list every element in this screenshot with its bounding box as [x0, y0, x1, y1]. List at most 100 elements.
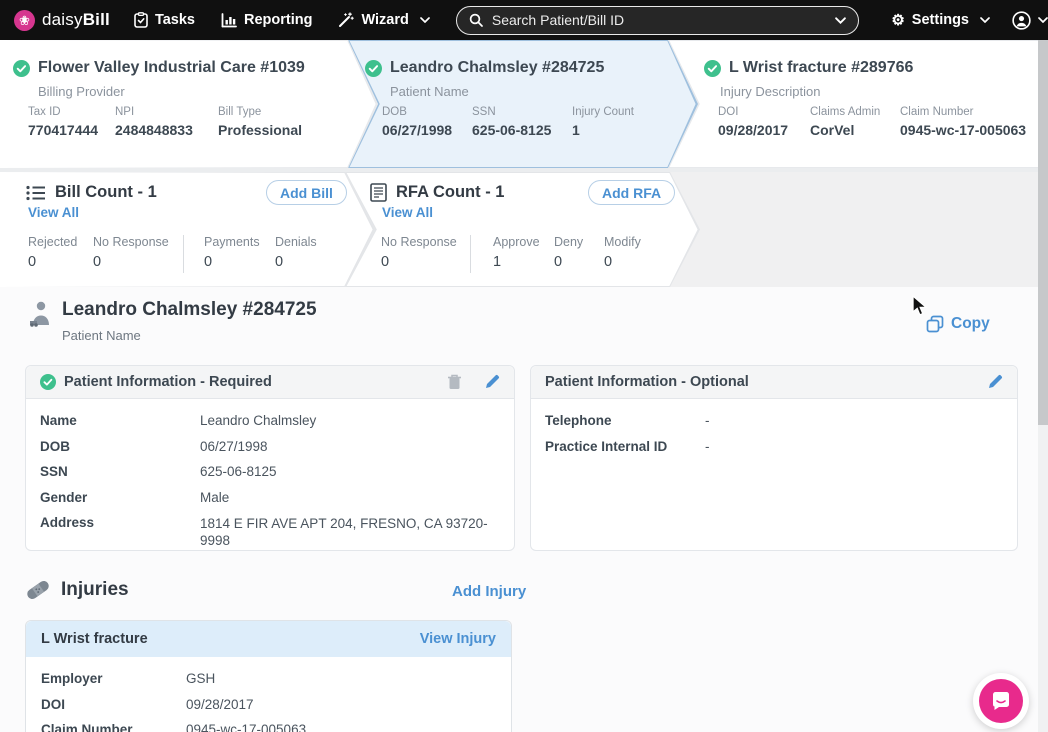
- edit-icon[interactable]: [484, 374, 500, 390]
- row-label: Telephone: [545, 408, 705, 434]
- rfa-count-panel: RFA Count - 1 Add RFA View All No Respon…: [345, 172, 700, 287]
- copy-button[interactable]: Copy: [926, 315, 990, 333]
- field-label: Tax ID: [28, 106, 115, 118]
- chevron-down-icon: [980, 17, 990, 23]
- add-bill-button[interactable]: Add Bill: [266, 180, 347, 205]
- injury-card: L Wrist fracture View Injury EmployerGSH…: [25, 620, 512, 732]
- bandage-icon: [25, 578, 51, 602]
- stat-divider: [470, 235, 471, 273]
- injuries-section-title: Injuries: [61, 579, 129, 601]
- row-label: DOI: [41, 692, 186, 718]
- injury-crumb-title: L Wrist fracture #289766: [729, 59, 913, 77]
- field-label: DOI: [718, 106, 810, 118]
- daisybill-logo[interactable]: ❀ daisyBill: [14, 10, 110, 31]
- chat-bubble-icon: [979, 679, 1023, 723]
- counts-strip: RFA Count - 1 Add RFA View All No Respon…: [0, 172, 1048, 287]
- field-value: 09/28/2017: [718, 122, 810, 138]
- field-label: Claims Admin: [810, 106, 900, 118]
- nav-reporting-label: Reporting: [244, 12, 312, 28]
- nav-reporting[interactable]: Reporting: [221, 12, 312, 28]
- nav-tasks-label: Tasks: [155, 12, 195, 28]
- field-label: DOB: [382, 106, 472, 118]
- field-label: NPI: [115, 106, 218, 118]
- patient-icon: [28, 301, 52, 327]
- field-value: Professional: [218, 122, 302, 138]
- nav-tasks[interactable]: Tasks: [134, 12, 195, 28]
- breadcrumb-provider-panel[interactable]: Flower Valley Industrial Care #1039 Bill…: [0, 40, 378, 168]
- scrollbar-thumb[interactable]: [1038, 40, 1048, 425]
- stat-label: Rejected: [28, 235, 77, 249]
- stat-divider: [183, 235, 184, 273]
- patient-page-title: Leandro Chalmsley #284725: [62, 299, 317, 321]
- stat-value: 1: [493, 254, 540, 270]
- bill-count-title: Bill Count - 1: [55, 183, 157, 202]
- stat-label: Denials: [275, 235, 317, 249]
- row-label: Name: [40, 408, 200, 434]
- chat-launcher-button[interactable]: [973, 673, 1029, 729]
- stat-value: 0: [275, 254, 317, 270]
- field-value: 0945-wc-17-005063: [900, 122, 1026, 138]
- stat-value: 0: [93, 254, 169, 270]
- field-label: SSN: [472, 106, 572, 118]
- stat-value: 0: [554, 254, 583, 270]
- stat-label: Deny: [554, 235, 583, 249]
- delete-icon[interactable]: [447, 374, 462, 390]
- patient-info-required-card: Patient Information - Required NameLeand…: [25, 365, 515, 551]
- check-circle-icon: [13, 60, 30, 77]
- provider-crumb-subtitle: Billing Provider: [38, 84, 125, 99]
- vertical-scrollbar[interactable]: [1038, 40, 1048, 732]
- row-label: Claim Number: [41, 717, 186, 732]
- nav-account[interactable]: [1012, 11, 1048, 30]
- bill-view-all-link[interactable]: View All: [28, 205, 79, 220]
- view-injury-link[interactable]: View Injury: [420, 631, 496, 647]
- field-label: Bill Type: [218, 106, 302, 118]
- patient-crumb-title: Leandro Chalmsley #284725: [390, 59, 604, 77]
- row-value: 0945-wc-17-005063: [186, 717, 306, 732]
- breadcrumb-injury-panel[interactable]: L Wrist fracture #289766 Injury Descript…: [668, 40, 1048, 168]
- row-label: Practice Internal ID: [545, 434, 705, 460]
- add-injury-link[interactable]: Add Injury: [452, 583, 526, 600]
- daisy-flower-icon: ❀: [14, 10, 35, 31]
- field-value: 2484848833: [115, 122, 218, 138]
- add-rfa-button[interactable]: Add RFA: [588, 180, 675, 205]
- search-input[interactable]: [492, 12, 835, 28]
- row-label: Address: [40, 510, 200, 549]
- required-card-title: Patient Information - Required: [64, 374, 272, 390]
- row-label: DOB: [40, 434, 200, 460]
- copy-icon: [926, 315, 944, 333]
- edit-icon[interactable]: [987, 374, 1003, 390]
- check-circle-icon: [704, 60, 721, 77]
- stat-value: 0: [28, 254, 77, 270]
- field-value: 625-06-8125: [472, 122, 572, 138]
- bill-list-icon: [26, 185, 46, 201]
- field-value: 770417444: [28, 122, 115, 138]
- global-search[interactable]: [456, 6, 859, 35]
- field-label: Claim Number: [900, 106, 1026, 118]
- provider-crumb-title: Flower Valley Industrial Care #1039: [38, 59, 305, 77]
- row-value: 625-06-8125: [200, 459, 277, 485]
- row-value: -: [705, 434, 710, 460]
- top-navbar: ❀ daisyBill Tasks Reporting Wizard ⚙ Set…: [0, 0, 1048, 40]
- stat-value: 0: [204, 254, 260, 270]
- field-label: Injury Count: [572, 106, 634, 118]
- stat-label: Approve: [493, 235, 540, 249]
- user-circle-icon: [1012, 11, 1031, 30]
- field-value: 06/27/1998: [382, 122, 472, 138]
- brand-name: daisyBill: [42, 10, 110, 30]
- injury-card-title: L Wrist fracture: [41, 631, 420, 647]
- rfa-view-all-link[interactable]: View All: [382, 205, 433, 220]
- magic-wand-icon: [338, 12, 354, 28]
- injury-crumb-subtitle: Injury Description: [720, 84, 820, 99]
- search-chevron-down-icon[interactable]: [835, 17, 846, 24]
- row-value: GSH: [186, 666, 215, 692]
- nav-wizard-label: Wizard: [361, 12, 408, 28]
- context-breadcrumb-strip: L Wrist fracture #289766 Injury Descript…: [0, 40, 1048, 168]
- rfa-count-title: RFA Count - 1: [396, 183, 504, 202]
- breadcrumb-patient-panel[interactable]: Leandro Chalmsley #284725 Patient Name D…: [348, 40, 698, 168]
- stat-value: 0: [381, 254, 457, 270]
- nav-wizard[interactable]: Wizard: [338, 12, 429, 28]
- row-value: 06/27/1998: [200, 434, 268, 460]
- chevron-down-icon: [1038, 17, 1048, 23]
- stat-label: No Response: [381, 235, 457, 249]
- nav-settings[interactable]: ⚙ Settings: [891, 12, 990, 28]
